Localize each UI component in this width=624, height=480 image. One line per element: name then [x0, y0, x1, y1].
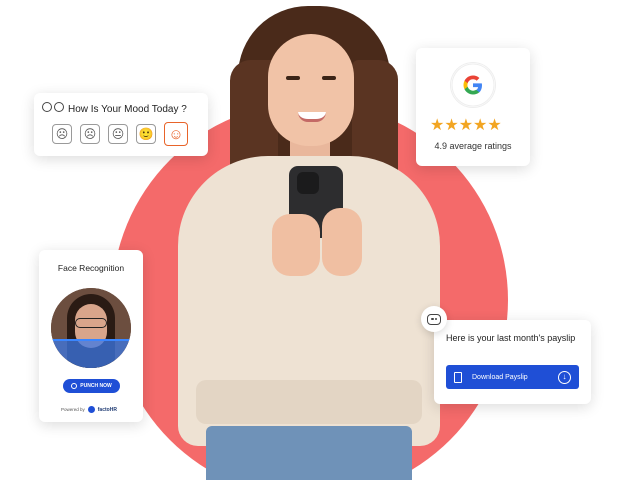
- face-recognition-title: Face Recognition: [57, 263, 125, 273]
- mood-sad-button[interactable]: ☹: [80, 124, 100, 144]
- download-payslip-button[interactable]: Download Payslip ↓: [446, 365, 579, 389]
- mood-header: How Is Your Mood Today ?: [42, 102, 187, 116]
- jeans: [206, 426, 412, 480]
- mood-very-happy-button[interactable]: ☺: [164, 122, 188, 146]
- brand-logo-icon: [87, 406, 95, 413]
- phone-camera: [297, 172, 319, 194]
- payslip-message: Here is your last month's payslip: [446, 333, 576, 343]
- mood-survey-card: How Is Your Mood Today ? ☹ ☹ 😐 🙂 ☺: [34, 93, 208, 156]
- payslip-chat-card: Here is your last month's payslip Downlo…: [434, 320, 591, 404]
- mood-very-sad-button[interactable]: ☹: [52, 124, 72, 144]
- right-eye: [322, 76, 336, 80]
- powered-by-label: Powered by: [61, 407, 85, 412]
- document-icon: [454, 371, 462, 383]
- mood-neutral-button[interactable]: 😐: [108, 124, 128, 144]
- punch-now-label: PUNCH NOW: [80, 383, 112, 389]
- brand-name: factoHR: [97, 406, 117, 413]
- fingerprint-icon: [71, 383, 78, 389]
- punch-now-button[interactable]: PUNCH NOW: [63, 379, 120, 393]
- rating-text: 4.9 average ratings: [434, 141, 512, 151]
- mood-title: How Is Your Mood Today ?: [68, 103, 187, 115]
- left-hand: [272, 214, 320, 276]
- stars-text: ★★★★★: [430, 117, 502, 134]
- face: [268, 34, 354, 146]
- chatbot-avatar-icon: [421, 306, 447, 332]
- google-rating-card: ★★★★★ 4.9 average ratings: [416, 48, 530, 166]
- download-icon: ↓: [558, 370, 571, 384]
- download-payslip-label: Download Payslip: [472, 373, 528, 381]
- hero-illustration: How Is Your Mood Today ? ☹ ☹ 😐 🙂 ☺ ★★★★★…: [0, 0, 624, 480]
- rating-stars: ★★★★★: [430, 118, 502, 134]
- sweater-hem: [196, 380, 422, 424]
- face-scan-photo: [51, 288, 131, 368]
- left-eye: [286, 76, 300, 80]
- google-logo-icon: [451, 63, 495, 107]
- mood-happy-button[interactable]: 🙂: [136, 124, 156, 144]
- emoji-faces-icon: [42, 102, 64, 116]
- scan-overlay: [51, 340, 131, 368]
- mood-options: ☹ ☹ 😐 🙂 ☺: [52, 122, 188, 146]
- right-hand: [322, 208, 362, 276]
- face-recognition-card: Face Recognition PUNCH NOW Powered by fa…: [39, 250, 143, 422]
- powered-by: Powered by factoHR: [61, 406, 117, 413]
